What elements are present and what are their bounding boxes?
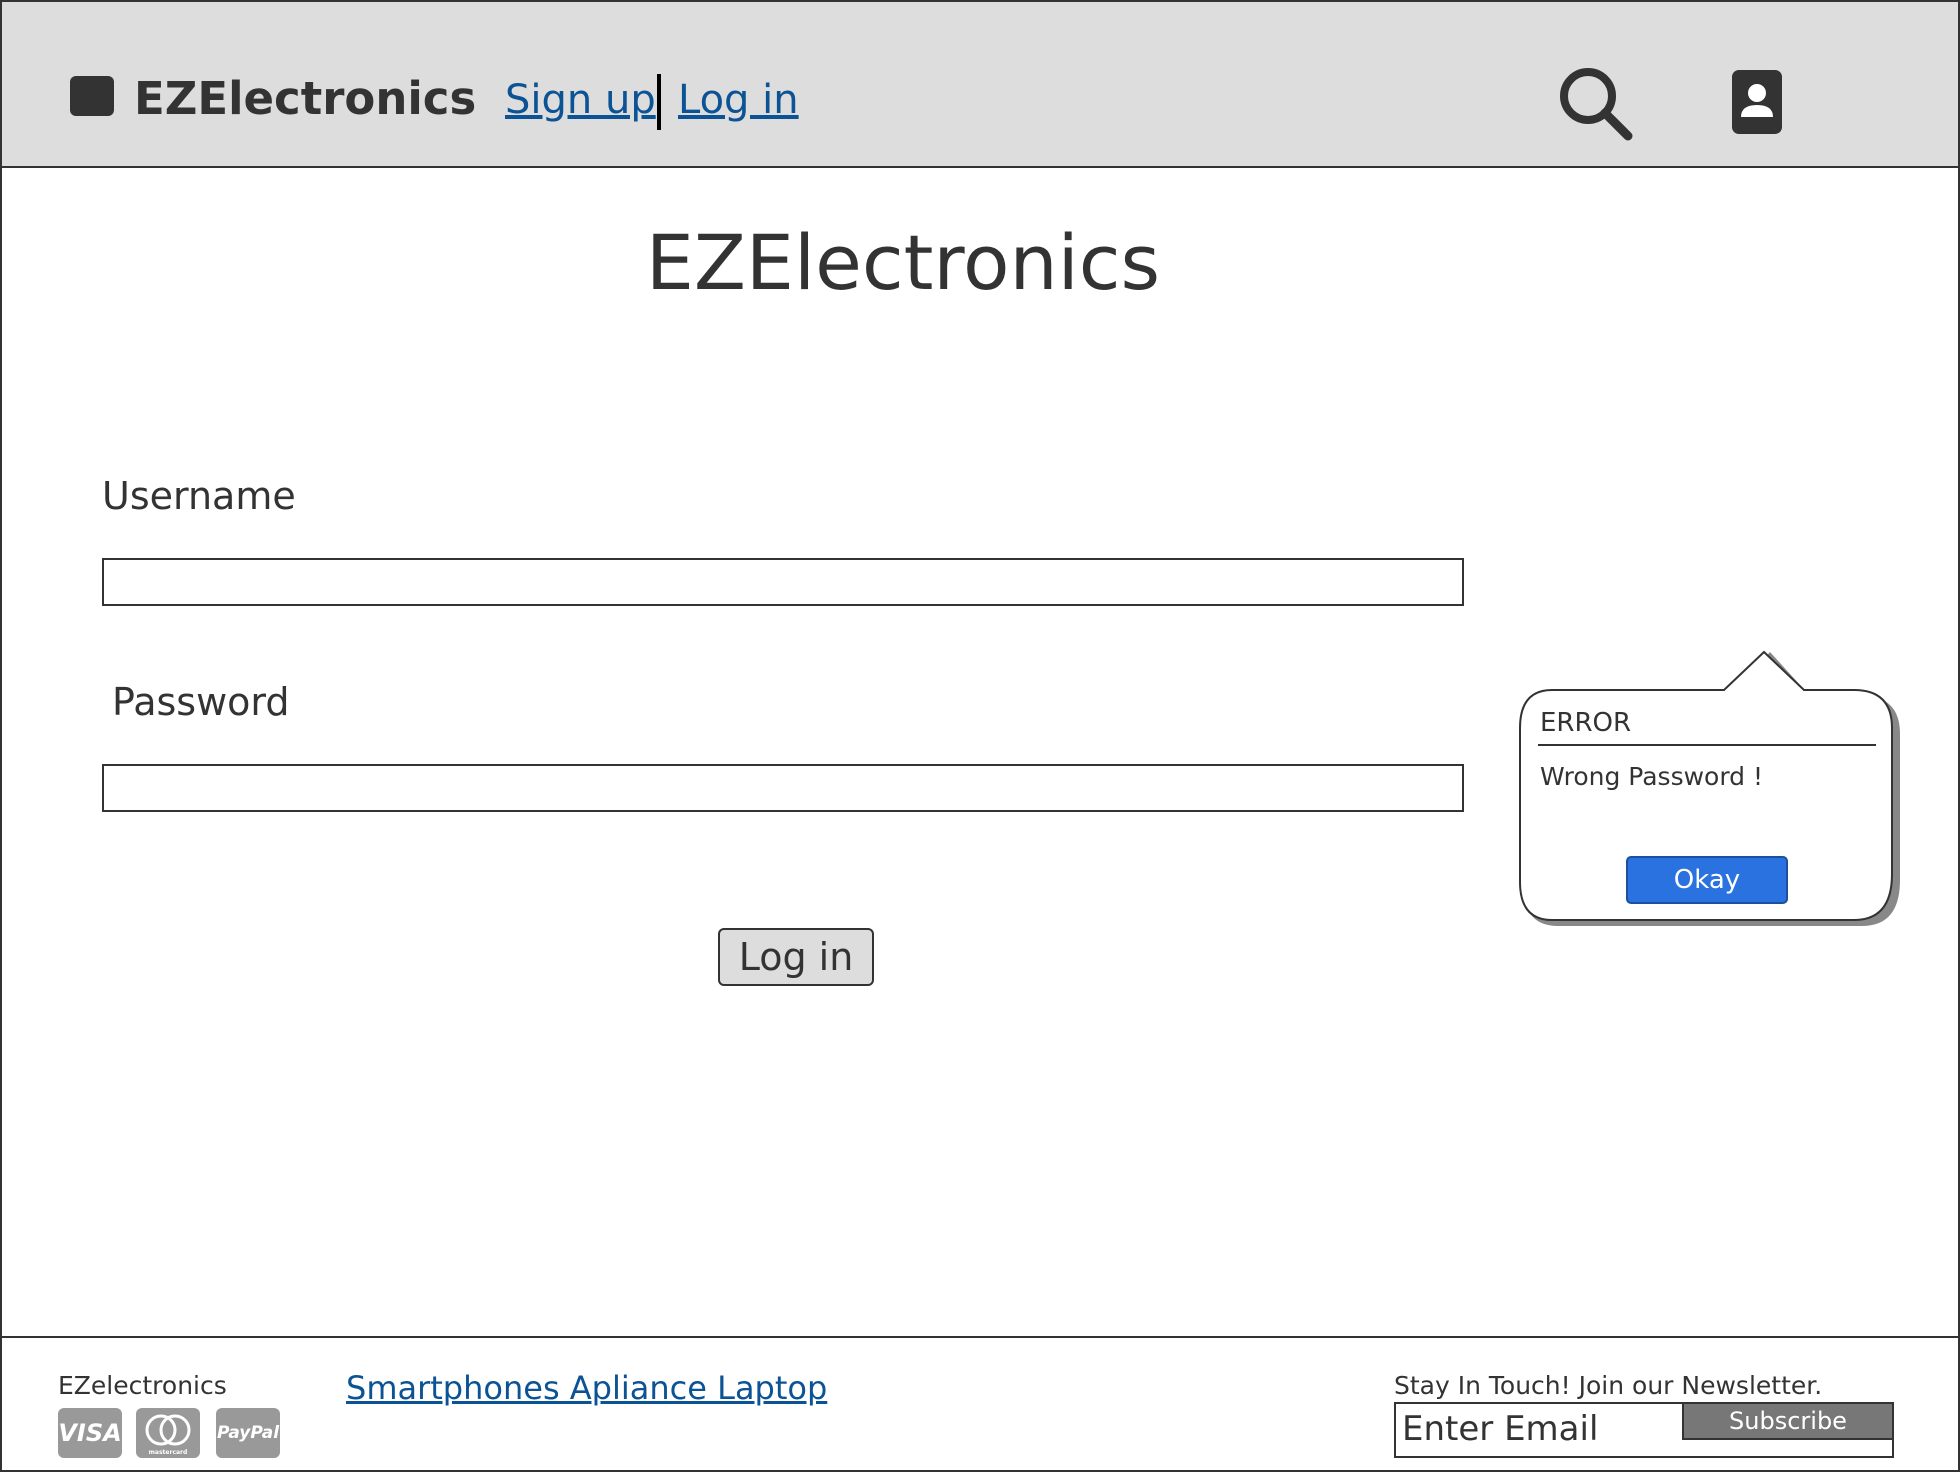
- login-button[interactable]: Log in: [718, 928, 874, 986]
- password-input[interactable]: [102, 764, 1464, 812]
- signup-link[interactable]: Sign up: [505, 74, 656, 126]
- search-icon[interactable]: [1558, 66, 1634, 142]
- page-title: EZElectronics: [645, 218, 1161, 307]
- subscribe-button[interactable]: Subscribe: [1682, 1402, 1894, 1440]
- nav-divider: [657, 74, 661, 130]
- email-input[interactable]: [1402, 1406, 1676, 1452]
- username-label: Username: [102, 474, 296, 518]
- login-link[interactable]: Log in: [678, 74, 799, 126]
- password-label: Password: [112, 680, 290, 724]
- username-input[interactable]: [102, 558, 1464, 606]
- header-brand: EZElectronics: [134, 72, 477, 125]
- error-message: Wrong Password !: [1540, 762, 1764, 791]
- error-divider: [1538, 744, 1876, 746]
- user-icon[interactable]: [1732, 70, 1782, 134]
- okay-button[interactable]: Okay: [1626, 856, 1788, 904]
- header-bar: EZElectronics Sign up Log in: [0, 0, 1960, 168]
- logo-icon: [70, 76, 114, 116]
- visa-icon: VISA: [58, 1408, 122, 1458]
- mastercard-icon: mastercard: [136, 1408, 200, 1458]
- error-title: ERROR: [1540, 708, 1632, 738]
- footer-divider: [0, 1336, 1960, 1338]
- footer-category-links[interactable]: Smartphones Apliance Laptop: [346, 1368, 827, 1408]
- newsletter-label: Stay In Touch! Join our Newsletter.: [1394, 1371, 1823, 1400]
- paypal-icon: PayPal: [216, 1408, 280, 1458]
- footer-brand: EZelectronics: [58, 1371, 227, 1400]
- mastercard-label: mastercard: [149, 1449, 188, 1456]
